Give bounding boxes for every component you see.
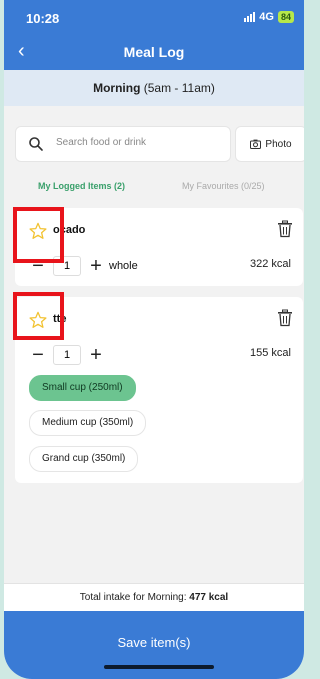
signal-icon (244, 12, 256, 22)
search-row: Search food or drink Photo (15, 126, 304, 162)
total-label: Total intake for Morning: (79, 592, 190, 603)
total-value: 477 kcal (189, 592, 229, 603)
quantity-stepper: − 1 + (29, 345, 105, 365)
size-option-medium[interactable]: Medium cup (350ml) (29, 410, 147, 436)
top-bar: 10:28 4G 84 ‹ Meal Log (4, 0, 304, 70)
increase-button[interactable]: + (87, 345, 105, 365)
trash-icon[interactable] (277, 309, 293, 327)
period-range: (5am - 11am) (140, 81, 215, 95)
camera-icon (250, 139, 262, 149)
unit-label: whole (109, 260, 138, 272)
trash-icon[interactable] (277, 220, 293, 238)
size-option-grand[interactable]: Grand cup (350ml) (29, 446, 139, 472)
calorie-value: 155 kcal (250, 347, 291, 359)
increase-button[interactable]: + (87, 256, 105, 276)
total-intake-bar: Total intake for Morning: 477 kcal (4, 583, 304, 612)
tab-logged-items[interactable]: My Logged Items (2) (38, 181, 125, 191)
page-title: Meal Log (123, 44, 185, 60)
home-indicator (104, 665, 214, 669)
period-banner: Morning (5am - 11am) (4, 70, 304, 106)
status-right: 4G 84 (244, 11, 294, 23)
tab-bar: My Logged Items (2) My Favourites (0/25) (4, 181, 304, 195)
status-bar: 10:28 4G 84 (26, 11, 294, 27)
search-input[interactable]: Search food or drink (15, 126, 231, 162)
status-time: 10:28 (26, 11, 60, 26)
calorie-value: 322 kcal (250, 258, 291, 270)
period-name: Morning (93, 81, 141, 95)
tab-favourites[interactable]: My Favourites (0/25) (182, 181, 265, 191)
photo-label: Photo (265, 138, 292, 150)
decrease-button[interactable]: − (29, 345, 47, 365)
save-bar: Save item(s) (4, 611, 304, 679)
size-option-small[interactable]: Small cup (250ml) (29, 375, 136, 401)
photo-button[interactable]: Photo (235, 126, 304, 162)
search-icon (29, 137, 43, 151)
search-placeholder: Search food or drink (56, 137, 147, 148)
highlight-box (13, 207, 64, 263)
network-label: 4G (259, 11, 274, 23)
battery-icon: 84 (277, 11, 294, 23)
phone-screen: 10:28 4G 84 ‹ Meal Log Morning (5am - 11… (4, 0, 304, 679)
quantity-field[interactable]: 1 (53, 345, 81, 365)
highlight-box (13, 292, 64, 340)
save-button[interactable]: Save item(s) (4, 635, 304, 650)
nav-bar: ‹ Meal Log (4, 40, 304, 64)
